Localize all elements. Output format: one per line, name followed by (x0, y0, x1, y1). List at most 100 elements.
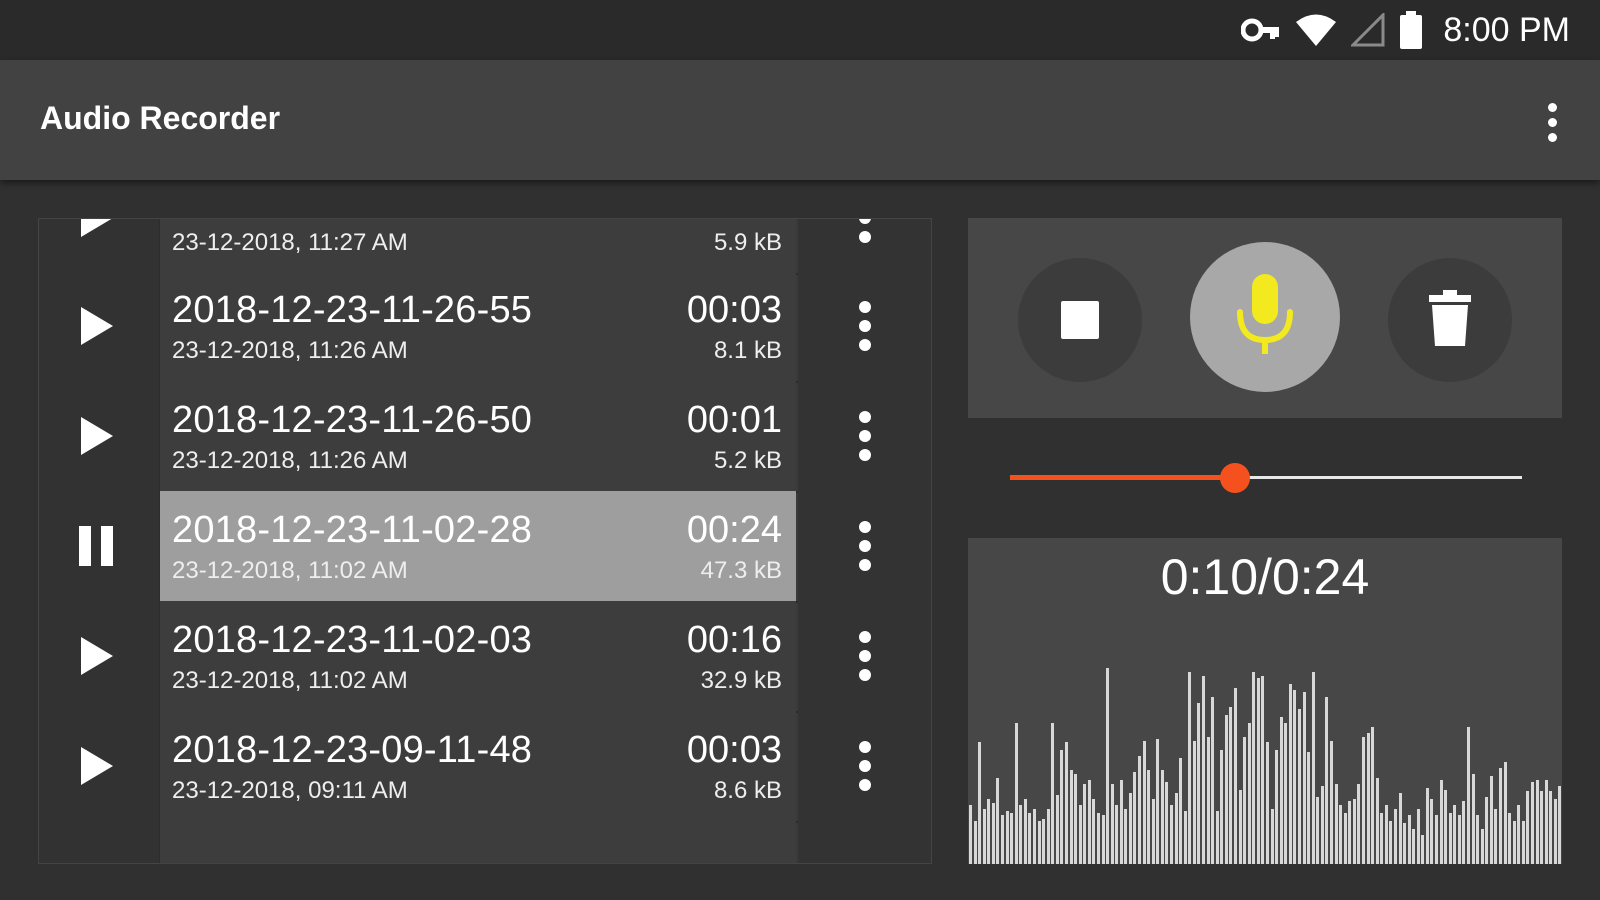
play-icon (81, 307, 113, 345)
waveform-bar (1014, 723, 1018, 864)
waveform-bar (1352, 799, 1356, 864)
recording-info[interactable]: 23-12-2018, 11:27 AM 5.9 kB (160, 219, 796, 273)
waveform-bar (1316, 797, 1320, 864)
recording-info[interactable]: 2018-12-23-11-02-03 23-12-2018, 11:02 AM 0… (160, 601, 796, 711)
play-button[interactable] (39, 381, 161, 491)
waveform-bar (1256, 678, 1260, 864)
recording-row[interactable] (39, 821, 931, 863)
waveform-bar (1512, 821, 1516, 864)
waveform-bar (1549, 791, 1553, 864)
waveform-bar (1384, 805, 1388, 864)
waveform-bar (1284, 723, 1288, 864)
more-vert-icon[interactable] (1532, 96, 1572, 148)
recording-info[interactable]: 2018-12-23-09-11-48 23-12-2018, 09:11 AM 0… (160, 711, 796, 821)
waveform-bar (1494, 809, 1498, 864)
waveform-bar (1064, 742, 1068, 864)
waveform-bar (1133, 772, 1137, 864)
row-more-vert-icon[interactable] (798, 821, 931, 863)
recording-date: 23-12-2018, 11:26 AM (172, 337, 408, 364)
waveform-bar (1156, 739, 1160, 864)
waveform-bar (1151, 799, 1155, 864)
waveform-bar (1206, 737, 1210, 864)
play-button[interactable] (39, 219, 161, 273)
waveform-bar (1544, 780, 1548, 864)
play-button[interactable] (39, 711, 161, 821)
waveform-bar (1019, 805, 1023, 864)
delete-button[interactable] (1388, 258, 1512, 382)
waveform-bar (1462, 801, 1466, 864)
stop-button[interactable] (1018, 258, 1142, 382)
waveform-bar (1485, 797, 1489, 864)
waveform-bar (1476, 815, 1480, 864)
play-icon (81, 637, 113, 675)
play-button[interactable] (39, 601, 161, 711)
waveform-bar (1229, 707, 1233, 864)
waveform-bar (1366, 733, 1370, 864)
waveform-bar (973, 821, 977, 864)
waveform-bar (1489, 776, 1493, 864)
recording-duration: 00:16 (686, 619, 782, 661)
app-bar: Audio Recorder (0, 60, 1600, 180)
waveform-bar (1197, 703, 1201, 864)
recording-row[interactable]: 2018-12-23-11-02-28 23-12-2018, 11:02 AM 0… (39, 491, 931, 603)
waveform-bar (1234, 688, 1237, 864)
recording-name: 2018-12-23-11-26-50 (172, 399, 533, 441)
vpn-key-icon (1241, 17, 1281, 43)
recording-row[interactable]: 2018-12-23-11-02-03 23-12-2018, 11:02 AM 0… (39, 601, 931, 713)
play-button[interactable] (39, 821, 161, 863)
record-button[interactable] (1190, 242, 1340, 392)
waveform-bar (1261, 676, 1265, 864)
row-more-vert-icon[interactable] (798, 601, 931, 711)
playback-seekbar[interactable] (1010, 460, 1522, 496)
waveform-panel: 0:10/0:24 (968, 538, 1562, 864)
stop-icon (1061, 301, 1099, 339)
recording-row[interactable]: 2018-12-23-11-26-50 23-12-2018, 11:26 AM 0… (39, 381, 931, 493)
waveform-bar (1128, 793, 1132, 864)
row-more-vert-icon[interactable] (798, 381, 931, 491)
waveform-bar (1435, 815, 1439, 864)
recording-info[interactable]: 2018-12-23-11-02-28 23-12-2018, 11:02 AM 0… (160, 491, 796, 601)
seek-thumb[interactable] (1220, 463, 1251, 493)
waveform-bar (1389, 821, 1393, 864)
recording-row[interactable]: 23-12-2018, 11:27 AM 5.9 kB (39, 219, 931, 275)
recording-info[interactable] (160, 821, 796, 863)
waveform-bar (1526, 791, 1530, 864)
waveform-bar (1393, 809, 1397, 864)
recording-row[interactable]: 2018-12-23-09-11-48 23-12-2018, 09:11 AM 0… (39, 711, 931, 823)
recording-size: 32.9 kB (700, 667, 782, 694)
recording-date: 23-12-2018, 11:26 AM (172, 447, 408, 474)
playback-time: 0:10/0:24 (1160, 549, 1370, 605)
waveform-bar (1293, 690, 1297, 864)
waveform-bar (1471, 774, 1475, 864)
recording-info[interactable]: 2018-12-23-11-26-50 23-12-2018, 11:26 AM 0… (160, 381, 796, 491)
play-icon (81, 219, 112, 237)
row-more-vert-icon[interactable] (798, 711, 931, 821)
waveform-bar (1023, 799, 1027, 864)
waveform-bar (1444, 790, 1448, 864)
waveform-bar (1270, 809, 1274, 864)
play-button[interactable] (39, 271, 161, 381)
waveform-bar (1320, 786, 1324, 864)
waveform-bar (1421, 835, 1425, 864)
row-more-vert-icon[interactable] (798, 219, 931, 273)
waveform-bar (1275, 750, 1279, 864)
status-icons: 8:00 PM (1241, 0, 1570, 60)
recording-row[interactable]: 2018-12-23-11-26-55 23-12-2018, 11:26 AM 0… (39, 271, 931, 383)
row-more-vert-icon[interactable] (798, 271, 931, 381)
waveform-bar (1028, 813, 1032, 864)
row-more-vert-icon[interactable] (798, 491, 931, 601)
waveform-bar (1553, 799, 1557, 864)
waveform-bar (1243, 737, 1247, 864)
waveform-bar (1425, 788, 1429, 864)
waveform-bar (1238, 790, 1242, 864)
seek-progress (1010, 475, 1236, 480)
recording-name: 2018-12-23-11-26-55 (172, 289, 533, 331)
waveform-bar (1215, 811, 1219, 864)
waveform-bar (1005, 811, 1009, 864)
waveform-bar (1339, 805, 1343, 864)
waveform-bar (1010, 813, 1014, 864)
recordings-list[interactable]: 23-12-2018, 11:27 AM 5.9 kB 2018-12-23-11-… (38, 218, 932, 864)
waveform-bar (1375, 778, 1379, 864)
recording-info[interactable]: 2018-12-23-11-26-55 23-12-2018, 11:26 AM 0… (160, 271, 796, 381)
pause-button[interactable] (39, 491, 161, 601)
